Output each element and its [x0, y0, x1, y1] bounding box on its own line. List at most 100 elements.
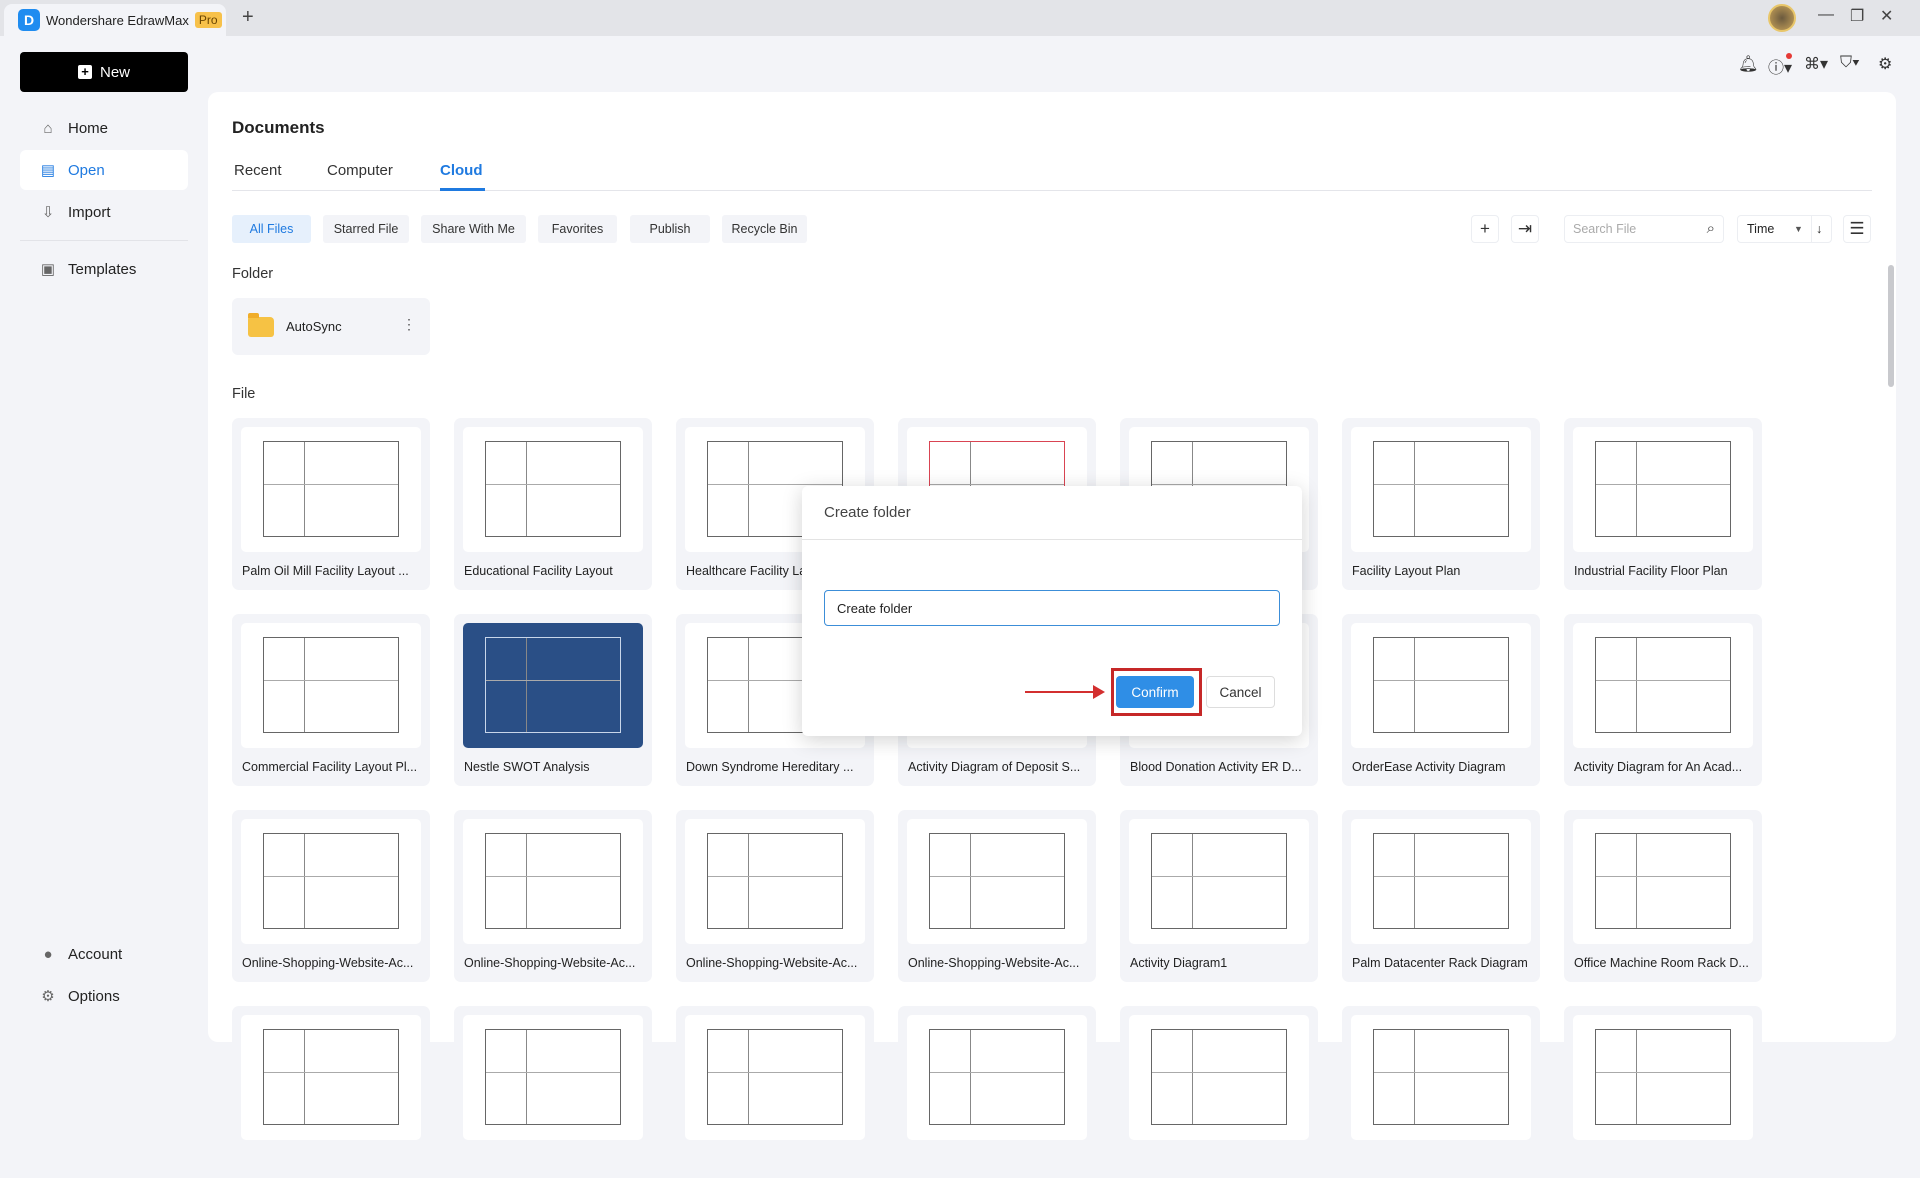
- minimize-button[interactable]: —: [1818, 6, 1834, 24]
- sidebar-item-templates[interactable]: ▣ Templates: [20, 249, 188, 289]
- plus-icon: +: [77, 65, 92, 79]
- file-thumbnail: [463, 623, 643, 748]
- file-card[interactable]: Activity Diagram for An Acad...: [1564, 614, 1762, 786]
- file-card[interactable]: Online-Shopping-Website-Ac...: [676, 810, 874, 982]
- file-title: Online-Shopping-Website-Ac...: [464, 956, 636, 970]
- diagram-preview: [1151, 1029, 1287, 1125]
- file-card[interactable]: [454, 1006, 652, 1178]
- file-card[interactable]: Commercial Facility Layout Pl...: [232, 614, 430, 786]
- file-card[interactable]: [1564, 1006, 1762, 1178]
- new-button[interactable]: + New: [20, 52, 188, 92]
- confirm-button[interactable]: Confirm: [1116, 676, 1194, 708]
- sidebar-item-options[interactable]: ⚙ Options: [20, 976, 188, 1016]
- file-title: Palm Datacenter Rack Diagram: [1352, 956, 1528, 970]
- more-options-icon[interactable]: ⋮: [402, 316, 416, 333]
- folder-autosync[interactable]: AutoSync ⋮: [232, 298, 430, 355]
- file-card[interactable]: Educational Facility Layout: [454, 418, 652, 590]
- file-card[interactable]: Palm Datacenter Rack Diagram: [1342, 810, 1540, 982]
- restore-button[interactable]: ❐: [1850, 6, 1864, 26]
- file-card[interactable]: Online-Shopping-Website-Ac...: [454, 810, 652, 982]
- diagram-preview: [263, 833, 399, 929]
- bell-icon[interactable]: 🔔︎: [1738, 54, 1758, 74]
- diagram-preview: [929, 833, 1065, 929]
- filter-recycle-bin[interactable]: Recycle Bin: [722, 215, 807, 243]
- diagram-preview: [263, 441, 399, 537]
- filter-publish[interactable]: Publish: [630, 215, 710, 243]
- sidebar-label: Account: [68, 945, 123, 963]
- import-file-button[interactable]: ⇥: [1511, 215, 1539, 243]
- filter-all-files[interactable]: All Files: [232, 215, 311, 243]
- app-tab[interactable]: D Wondershare EdrawMax Pro: [4, 4, 226, 36]
- sidebar-label: Templates: [68, 260, 137, 278]
- shirt-icon[interactable]: ⛉▾: [1840, 54, 1860, 72]
- tab-cloud[interactable]: Cloud: [440, 162, 483, 179]
- file-title: Palm Oil Mill Facility Layout ...: [242, 564, 409, 578]
- file-card[interactable]: Online-Shopping-Website-Ac...: [898, 810, 1096, 982]
- file-card[interactable]: [1120, 1006, 1318, 1178]
- file-thumbnail: [241, 623, 421, 748]
- new-tab-button[interactable]: +: [242, 6, 254, 29]
- diagram-preview: [263, 1029, 399, 1125]
- sidebar-item-home[interactable]: ⌂ Home: [20, 108, 188, 148]
- folder-section-label: Folder: [232, 266, 274, 282]
- diagram-preview: [1373, 833, 1509, 929]
- file-card[interactable]: Industrial Facility Floor Plan: [1564, 418, 1762, 590]
- tab-computer[interactable]: Computer: [327, 162, 393, 179]
- file-card[interactable]: Activity Diagram1: [1120, 810, 1318, 982]
- file-card[interactable]: [1342, 1006, 1540, 1178]
- filter-share-with-me[interactable]: Share With Me: [421, 215, 526, 243]
- file-card[interactable]: [232, 1006, 430, 1178]
- sort-direction-icon[interactable]: ↓: [1811, 216, 1822, 242]
- folder-name-input[interactable]: [824, 590, 1280, 626]
- sidebar-label: Options: [68, 987, 120, 1005]
- annotation-arrow: [1025, 685, 1105, 699]
- add-folder-button[interactable]: +: [1471, 215, 1499, 243]
- file-card[interactable]: Facility Layout Plan: [1342, 418, 1540, 590]
- filter-starred-file[interactable]: Starred File: [323, 215, 409, 243]
- sidebar-item-account[interactable]: ● Account: [20, 934, 188, 974]
- import-icon: ⇩: [41, 204, 55, 221]
- gear-icon[interactable]: ⚙: [1878, 54, 1892, 74]
- sidebar-item-import[interactable]: ⇩ Import: [20, 192, 188, 232]
- file-card[interactable]: Online-Shopping-Website-Ac...: [232, 810, 430, 982]
- file-title: Office Machine Room Rack D...: [1574, 956, 1749, 970]
- file-title: Down Syndrome Hereditary ...: [686, 760, 854, 774]
- sort-select[interactable]: Time ▼ ↓: [1737, 215, 1832, 243]
- file-thumbnail: [1351, 819, 1531, 944]
- file-thumbnail: [463, 1015, 643, 1140]
- menu-icon: ☰: [1849, 219, 1865, 238]
- file-card[interactable]: OrderEase Activity Diagram: [1342, 614, 1540, 786]
- scrollbar[interactable]: [1888, 265, 1894, 387]
- file-title: Industrial Facility Floor Plan: [1574, 564, 1728, 578]
- filter-favorites[interactable]: Favorites: [538, 215, 617, 243]
- title-bar: D Wondershare EdrawMax Pro + — ❐ ✕: [0, 0, 1920, 36]
- file-thumbnail: [463, 819, 643, 944]
- view-list-button[interactable]: ☰: [1843, 215, 1871, 243]
- search-icon[interactable]: ⌕: [1707, 216, 1715, 242]
- dialog-divider: [802, 539, 1302, 540]
- search-input[interactable]: Search File ⌕: [1564, 215, 1724, 243]
- user-avatar[interactable]: [1768, 4, 1796, 32]
- file-thumbnail: [1573, 623, 1753, 748]
- tab-recent[interactable]: Recent: [234, 162, 282, 179]
- diagram-preview: [485, 637, 621, 733]
- file-card[interactable]: Nestle SWOT Analysis: [454, 614, 652, 786]
- file-title: Activity Diagram1: [1130, 956, 1228, 970]
- file-thumbnail: [241, 819, 421, 944]
- file-title: Online-Shopping-Website-Ac...: [908, 956, 1080, 970]
- apps-icon[interactable]: ⌘▾: [1804, 54, 1828, 74]
- file-card[interactable]: Palm Oil Mill Facility Layout ...: [232, 418, 430, 590]
- file-card[interactable]: [676, 1006, 874, 1178]
- diagram-preview: [1151, 833, 1287, 929]
- diagram-preview: [1595, 637, 1731, 733]
- diagram-preview: [1373, 1029, 1509, 1125]
- close-button[interactable]: ✕: [1880, 6, 1893, 26]
- file-card[interactable]: Office Machine Room Rack D...: [1564, 810, 1762, 982]
- file-title: Commercial Facility Layout Pl...: [242, 760, 418, 774]
- cancel-button[interactable]: Cancel: [1206, 676, 1275, 708]
- file-title: Online-Shopping-Website-Ac...: [686, 956, 858, 970]
- file-card[interactable]: [898, 1006, 1096, 1178]
- sidebar-item-open[interactable]: ▤ Open: [20, 150, 188, 190]
- file-title: Educational Facility Layout: [464, 564, 613, 578]
- folder-icon: [248, 312, 274, 337]
